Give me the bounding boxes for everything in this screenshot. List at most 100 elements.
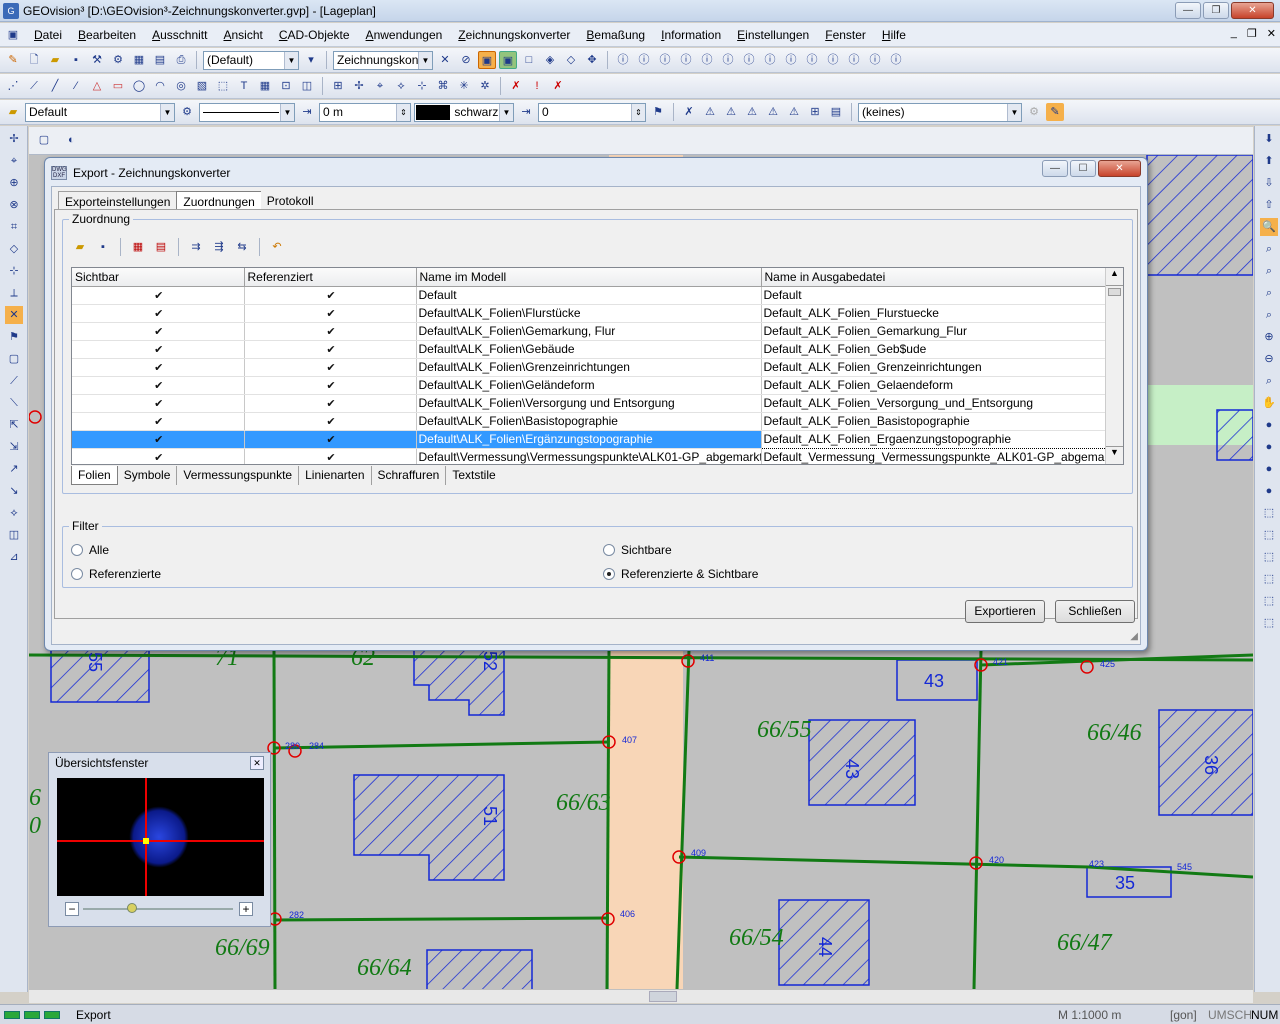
zoom-icon[interactable]: ⌕ [1260,372,1278,390]
model-name-cell[interactable]: Default\ALK_Folien\Gebäude [416,340,762,359]
block-icon[interactable]: ◫ [298,77,316,95]
output-name-cell[interactable]: Default_ALK_Folien_Flurstuecke [761,304,1106,323]
output-name-cell[interactable]: Default_ALK_Folien_Gemarkung_Flur [761,322,1106,341]
zoom-icon[interactable]: ⌕ [1260,284,1278,302]
tool-icon[interactable]: ⚠ [701,103,719,121]
dimension-icon[interactable]: ⊡ [277,77,295,95]
horizontal-scrollbar[interactable] [29,989,1253,1003]
dialog-close-button[interactable]: ✕ [1098,160,1141,177]
snap-icon[interactable]: ⟡ [392,77,410,95]
snap-icon[interactable]: ✢ [5,130,23,148]
output-name-cell[interactable]: Default_Vermessung_Vermessungspunkte_ALK… [761,448,1106,464]
pattern-icon[interactable]: ⇥ [517,103,535,121]
checkbox-checked-icon[interactable]: ✔ [326,453,337,464]
checkbox-checked-icon[interactable]: ✔ [326,381,337,392]
checkbox-checked-icon[interactable]: ✔ [326,291,337,302]
assign-icon[interactable]: ⇉ [187,238,205,256]
converter-combo[interactable]: Zeichnungskon ▼ [333,50,433,70]
column-header-name-modell[interactable]: Name im Modell [416,268,762,287]
menu-zeichnungskonverter[interactable]: Zeichnungskonverter [450,28,578,42]
rect-icon[interactable]: ▭ [109,77,127,95]
output-name-cell[interactable]: Default [761,286,1106,305]
vertical-scrollbar[interactable]: ▲ ▼ [1105,268,1123,464]
model-name-cell[interactable]: Default\Vermessung\Vermessungspunkte\ALK… [416,448,762,464]
snap-icon[interactable]: ⟍ [5,394,23,412]
height-field[interactable]: 0 m ⇕ [319,102,411,122]
snap-active-icon[interactable]: ✕ [5,306,23,324]
open-folder-icon[interactable]: ▰ [46,51,64,69]
resize-grip-icon[interactable]: ◢ [1130,631,1138,642]
filter-sichtbare[interactable]: Sichtbare [603,543,672,557]
select-icon[interactable]: ⬚ [214,77,232,95]
table-row[interactable]: ✔ ✔ Default\ALK_Folien\Grenzeinrichtungen D… [72,358,1106,377]
info-icon[interactable]: ⓘ [740,51,758,69]
zoom-out-icon[interactable]: ⊖ [1260,350,1278,368]
tool-icon[interactable]: ⚠ [785,103,803,121]
checkbox-checked-icon[interactable]: ✔ [326,327,337,338]
snap-icon[interactable]: ⊹ [5,262,23,280]
info-icon[interactable]: ⓘ [824,51,842,69]
tool-icon[interactable]: ⚠ [743,103,761,121]
cross-tool-icon[interactable]: ✕ [436,51,454,69]
zoom-icon[interactable]: ⌕ [1260,306,1278,324]
checkbox-checked-icon[interactable]: ✔ [153,399,164,410]
arrow-up-icon[interactable]: ⬆ [1260,152,1278,170]
snap-icon[interactable]: ↗ [5,460,23,478]
tab-textstile[interactable]: Textstile [446,466,501,485]
circle-icon[interactable]: ◯ [130,77,148,95]
tab-vermessungspunkte[interactable]: Vermessungspunkte [177,466,300,485]
model-name-cell[interactable]: Default\ALK_Folien\Geländeform [416,376,762,395]
sichtbar-cell[interactable]: ✔ [72,304,245,323]
close-icon[interactable]: ✕ [250,756,264,770]
chevron-down-icon[interactable]: ▼ [499,103,513,121]
checkbox-checked-icon[interactable]: ✔ [153,291,164,302]
tool-icon[interactable]: ⊞ [806,103,824,121]
keines-combo[interactable]: (keines) ▼ [858,102,1022,122]
zoom-out-button[interactable]: − [65,902,79,916]
settings-icon[interactable]: ⚙ [109,51,127,69]
zoom-slider-thumb[interactable] [127,903,137,913]
checkbox-checked-icon[interactable]: ✔ [326,363,337,374]
table-row[interactable]: ✔ ✔ Default\ALK_Folien\Flurstücke Default_A… [72,304,1106,323]
tool-icon[interactable]: ✗ [680,103,698,121]
print-icon[interactable]: ⎙ [172,51,190,69]
select-icon[interactable]: ⬚ [1260,548,1278,566]
snap-icon[interactable]: ⊹ [413,77,431,95]
zoom-active-icon[interactable]: 🔍 [1260,218,1278,236]
select-icon[interactable]: ⬚ [1260,504,1278,522]
delete-icon[interactable]: ! [528,77,546,95]
referenziert-cell[interactable]: ✔ [244,448,417,464]
model-name-cell[interactable]: Default\ALK_Folien\Versorgung und Entsor… [416,394,762,413]
radio-selected-icon[interactable] [603,568,615,580]
schliessen-button[interactable]: Schließen [1055,600,1135,623]
table-row[interactable]: ✔ ✔ Default Default [72,286,1106,305]
output-name-cell[interactable]: Default_ALK_Folien_Versorgung_und_Entsor… [761,394,1106,413]
checkbox-checked-icon[interactable]: ✔ [326,417,337,428]
color-combo[interactable]: schwarz ▼ [414,102,514,122]
zoom-icon[interactable]: ⌕ [1260,262,1278,280]
referenziert-cell[interactable]: ✔ [244,376,417,395]
layers-icon[interactable]: ▤ [151,51,169,69]
sichtbar-cell[interactable]: ✔ [72,448,245,464]
menu-bemassung[interactable]: Bemaßung [578,28,653,42]
menu-information[interactable]: Information [653,28,729,42]
tab-folien[interactable]: Folien [71,466,118,485]
model-name-cell[interactable]: Default\ALK_Folien\Grenzeinrichtungen [416,358,762,377]
table-row[interactable]: ✔ ✔ Default\ALK_Folien\Ergänzungstopograph… [72,429,1106,449]
info-icon[interactable]: ⓘ [803,51,821,69]
grid-icon[interactable]: ▦ [130,51,148,69]
select-icon[interactable]: ⬚ [1260,592,1278,610]
scroll-up-icon[interactable]: ▲ [1106,268,1123,286]
snap-icon[interactable]: ⊗ [5,196,23,214]
sichtbar-cell[interactable]: ✔ [72,322,245,341]
snap-icon[interactable]: ◫ [5,526,23,544]
delete-icon[interactable]: ✗ [549,77,567,95]
dialog-minimize-button[interactable]: — [1042,160,1068,177]
referenziert-cell[interactable]: ✔ [244,358,417,377]
checkbox-checked-icon[interactable]: ✔ [326,399,337,410]
number-field[interactable]: 0 ⇕ [538,102,646,122]
point-icon[interactable]: ● [1260,482,1278,500]
view-combo[interactable]: (Default) ▼ [203,50,299,70]
output-name-cell[interactable]: Default_ALK_Folien_Grenzeinrichtungen [761,358,1106,377]
sichtbar-cell[interactable]: ✔ [72,358,245,377]
